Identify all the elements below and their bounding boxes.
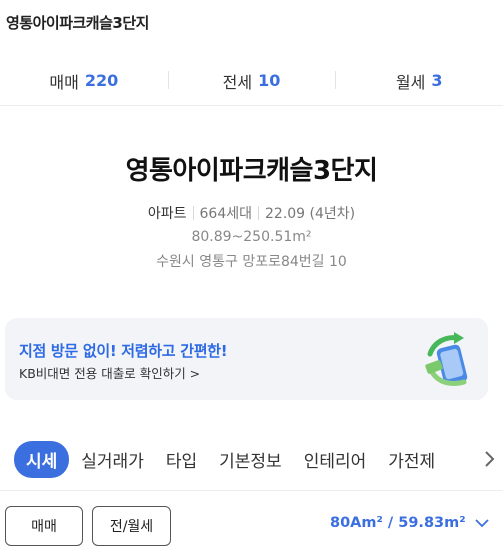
- address: 수원시 영통구 망포로84번길 10: [156, 254, 347, 270]
- banner-headline: 지점 방문 없이! 저렴하고 간편한!: [19, 342, 228, 360]
- tab-unit-type[interactable]: 타입: [166, 447, 197, 472]
- trade-type-tabs: 매매 220 전세 10 월세 3: [0, 56, 503, 106]
- area-selector-label: 80Am² / 59.83m²: [330, 515, 466, 531]
- section-tabs: 시세 실거래가 타입 기본정보 인테리어 가전제: [0, 434, 503, 484]
- section-divider: [0, 490, 503, 491]
- banner-link[interactable]: KB비대면 전용 대출로 확인하기 >: [19, 363, 200, 382]
- complex-summary: 영통아이파크캐슬3단지 아파트 664세대 22.09 (4년차) 80.89~…: [0, 150, 503, 271]
- lease-filter-button[interactable]: 전/월세: [92, 506, 171, 546]
- tab-appliances[interactable]: 가전제: [388, 447, 435, 472]
- household-count: 664세대: [199, 206, 252, 222]
- chevron-right-icon: [485, 451, 495, 467]
- sale-filter-button[interactable]: 매매: [5, 506, 83, 546]
- loan-banner[interactable]: 지점 방문 없이! 저렴하고 간편한! KB비대면 전용 대출로 확인하기 >: [5, 318, 488, 400]
- tab-monthly-rent-count: 3: [431, 71, 443, 90]
- property-type: 아파트: [147, 206, 187, 222]
- phone-money-icon: [425, 332, 468, 387]
- tab-sale[interactable]: 매매 220: [0, 56, 168, 105]
- complex-meta: 아파트 664세대 22.09 (4년차): [0, 203, 503, 223]
- built-date: 22.09 (4년차): [265, 206, 356, 222]
- meta-divider: [192, 206, 194, 220]
- area-selector[interactable]: 80Am² / 59.83m²: [330, 515, 490, 531]
- top-bar: 영통아이파크캐슬3단지: [0, 0, 503, 44]
- tab-jeonse-count: 10: [258, 71, 281, 90]
- tab-actual-transactions[interactable]: 실거래가: [81, 447, 144, 472]
- scroll-tabs-button[interactable]: [479, 446, 499, 472]
- tab-sale-count: 220: [84, 71, 119, 90]
- tab-jeonse[interactable]: 전세 10: [167, 56, 336, 105]
- tab-monthly-rent-label: 월세: [395, 72, 426, 92]
- tab-market-price[interactable]: 시세: [14, 440, 70, 478]
- meta-divider: [258, 206, 259, 220]
- tab-monthly-rent[interactable]: 월세 3: [335, 56, 503, 105]
- chevron-down-icon: [474, 519, 489, 528]
- area-range: 80.89~250.51m²: [191, 229, 312, 245]
- tab-interior[interactable]: 인테리어: [304, 447, 367, 472]
- tab-sale-label: 매매: [49, 72, 79, 92]
- complex-name: 영통아이파크캐슬3단지: [125, 156, 378, 186]
- page-title: 영통아이파크캐슬3단지: [6, 14, 149, 32]
- tab-basic-info[interactable]: 기본정보: [219, 447, 282, 472]
- tab-jeonse-label: 전세: [222, 72, 253, 92]
